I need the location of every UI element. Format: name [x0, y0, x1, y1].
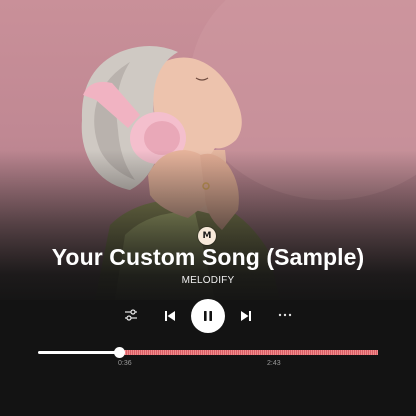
- total-time: 2:43: [267, 360, 281, 367]
- progress-played: [38, 351, 119, 354]
- previous-button[interactable]: [161, 307, 179, 325]
- skip-next-icon: [241, 311, 251, 321]
- song-title: Your Custom Song (Sample): [51, 244, 365, 270]
- current-time: 0:36: [118, 360, 132, 367]
- skip-previous-icon: [165, 311, 175, 321]
- progress-bar[interactable]: [38, 346, 378, 360]
- brand-badge-letter: M: [202, 231, 212, 241]
- pause-button[interactable]: [191, 299, 225, 333]
- player-card: M Your Custom Song (Sample) MELODIFY 0:3…: [0, 0, 416, 416]
- more-options-button[interactable]: [276, 307, 294, 323]
- progress-remaining: [119, 350, 378, 355]
- sliders-icon: [125, 309, 137, 321]
- progress-thumb[interactable]: [114, 347, 125, 358]
- next-button[interactable]: [237, 307, 255, 325]
- artist-name: MELODIFY: [181, 275, 235, 286]
- equalizer-button[interactable]: [123, 307, 139, 323]
- pause-icon: [204, 311, 212, 321]
- brand-badge: M: [198, 227, 216, 245]
- more-horizontal-icon: [278, 313, 292, 317]
